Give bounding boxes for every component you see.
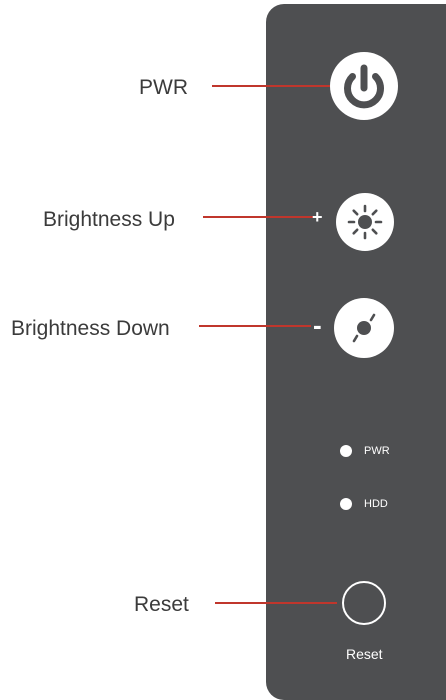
callout-label-reset: Reset [134, 593, 189, 616]
callout-label-pwr: PWR [139, 76, 188, 99]
power-icon [344, 64, 384, 109]
plus-sign: + [312, 207, 323, 227]
callout-label-brightness-down: Brightness Down [11, 317, 170, 340]
leader-line-brightness-down [199, 325, 311, 327]
leader-line-reset [215, 602, 337, 604]
brightness-up-button[interactable] [336, 193, 394, 251]
brightness-down-button[interactable] [334, 298, 394, 358]
reset-button-label: Reset [346, 646, 383, 662]
led-pwr-label: PWR [364, 445, 390, 457]
leader-line-pwr [212, 85, 330, 87]
sun-dim-icon [352, 313, 376, 343]
power-button[interactable] [330, 52, 398, 120]
led-pwr-indicator [340, 445, 352, 457]
reset-button[interactable] [342, 581, 386, 625]
leader-line-brightness-up [203, 216, 313, 218]
led-hdd-label: HDD [364, 498, 388, 510]
minus-sign: - [313, 310, 322, 340]
sun-bright-icon [347, 204, 383, 240]
callout-label-brightness-up: Brightness Up [43, 208, 175, 231]
led-hdd-indicator [340, 498, 352, 510]
